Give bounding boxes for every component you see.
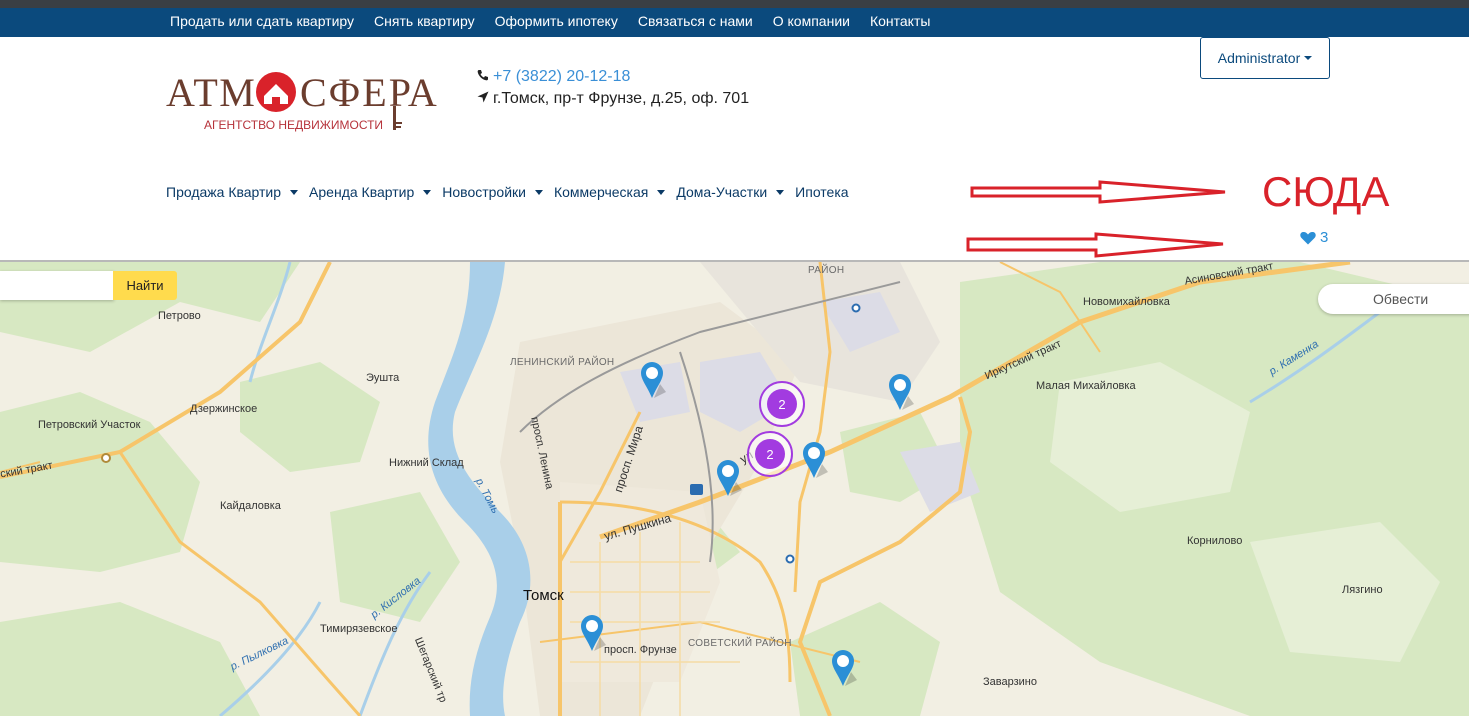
map-cluster-marker[interactable]: 2: [759, 381, 805, 427]
location-arrow-icon: [477, 90, 491, 108]
map-label-sovetskiy: СОВЕТСКИЙ РАЙОН: [688, 638, 792, 649]
topnav-about-link[interactable]: О компании: [773, 13, 850, 29]
nav-item-label: Аренда Квартир: [309, 184, 415, 200]
map-find-button[interactable]: Найти: [113, 271, 177, 300]
nav-sale-apartments[interactable]: Продажа Квартир: [166, 184, 299, 200]
svg-text:АТМ: АТМ: [166, 70, 257, 115]
map-cluster-marker[interactable]: 2: [747, 431, 793, 477]
caret-down-icon: [290, 189, 299, 195]
map-label-timiryazevskoe: Тимирязевское: [320, 623, 398, 635]
caret-down-icon: [657, 189, 666, 195]
caret-down-icon: [776, 189, 785, 195]
map-label-nizhniy: Нижний Склад: [389, 457, 464, 469]
map-label-kornilovo: Корнилово: [1187, 535, 1243, 547]
map-label-novomikhaylovka: Новомихайловка: [1083, 296, 1170, 308]
nav-item-label: Коммерческая: [553, 184, 649, 200]
topnav-rent-link[interactable]: Снять квартиру: [374, 13, 475, 29]
topnav-contact-us-link[interactable]: Связаться с нами: [638, 13, 753, 29]
nav-item-label: Дома-Участки: [676, 184, 768, 200]
map-label-zavarzino: Заварзино: [983, 676, 1037, 688]
nav-item-label: Ипотека: [795, 184, 849, 200]
window-top-strip: [0, 0, 1469, 8]
annotation-text: СЮДА: [1262, 168, 1390, 215]
caret-down-icon: [1304, 56, 1313, 60]
company-logo[interactable]: АТМ СФЕРА АГЕНТСТВО НЕДВИЖИМОСТИ: [166, 66, 442, 136]
caret-down-icon: [423, 189, 432, 195]
header-contacts: +7 (3822) 20-12-18 г.Томск, пр-т Фрунзе,…: [477, 66, 749, 110]
map-pin-marker[interactable]: [829, 648, 859, 688]
location-pin-icon: [717, 460, 742, 496]
topnav-sell-link[interactable]: Продать или сдать квартиру: [170, 13, 354, 29]
map-label-malaya: Малая Михайловка: [1036, 380, 1136, 392]
map-label-eushta: Эушта: [366, 372, 400, 384]
annotation-arrow-lower: [966, 232, 1224, 258]
heart-icon: [1300, 231, 1316, 244]
svg-text:АГЕНТСТВО НЕДВИЖИМОСТИ: АГЕНТСТВО НЕДВИЖИМОСТИ: [204, 118, 383, 132]
phone-icon: [477, 68, 491, 86]
favorites-count: 3: [1320, 229, 1329, 246]
logo-graphic: АТМ СФЕРА АГЕНТСТВО НЕДВИЖИМОСТИ: [166, 70, 439, 132]
nav-commercial[interactable]: Коммерческая: [553, 184, 666, 200]
cluster-count: 2: [755, 439, 785, 469]
favorites-counter[interactable]: 3: [1300, 229, 1328, 246]
administrator-dropdown-button[interactable]: Administrator: [1200, 37, 1330, 79]
phone-link[interactable]: +7 (3822) 20-12-18: [493, 68, 630, 86]
svg-text:СФЕРА: СФЕРА: [300, 70, 439, 115]
location-pin-icon: [641, 362, 666, 398]
map-label-oktyabrskiy: РАЙОН: [808, 265, 845, 276]
map-label-leninskiy: ЛЕНИНСКИЙ РАЙОН: [510, 357, 615, 368]
caret-down-icon: [534, 189, 543, 195]
map-view[interactable]: Петрово Эушта Дзержинское Петровский Уча…: [0, 262, 1469, 716]
main-navigation: Продажа Квартир Аренда Квартир Новострой…: [166, 184, 860, 200]
map-pin-marker[interactable]: [714, 458, 744, 498]
map-search-input[interactable]: [0, 271, 114, 300]
nav-item-label: Новостройки: [442, 184, 526, 200]
map-label-frunze: просп. Фрунзе: [604, 644, 677, 656]
nav-rent-apartments[interactable]: Аренда Квартир: [309, 184, 432, 200]
location-pin-icon: [832, 650, 857, 686]
topnav-contacts-link[interactable]: Контакты: [870, 13, 930, 29]
top-navigation: Продать или сдать квартиру Снять квартир…: [0, 8, 1469, 37]
map-label-petrovskiy: Петровский Участок: [38, 419, 141, 431]
nav-new-buildings[interactable]: Новостройки: [442, 184, 543, 200]
nav-houses-plots[interactable]: Дома-Участки: [676, 184, 785, 200]
cluster-count: 2: [767, 389, 797, 419]
location-pin-icon: [803, 442, 828, 478]
location-pin-icon: [889, 374, 914, 410]
map-pin-marker[interactable]: [886, 372, 916, 412]
map-pin-marker[interactable]: [578, 613, 608, 653]
phone-row: +7 (3822) 20-12-18: [477, 66, 749, 88]
map-pin-marker[interactable]: [638, 360, 668, 400]
nav-item-label: Продажа Квартир: [166, 184, 282, 200]
nav-mortgage[interactable]: Ипотека: [795, 184, 848, 200]
location-pin-icon: [581, 615, 606, 651]
address-text: г.Томск, пр-т Фрунзе, д.25, оф. 701: [493, 90, 750, 107]
map-outline-button[interactable]: Обвести: [1318, 284, 1469, 314]
map-label-lyazgino: Лязгино: [1342, 584, 1383, 596]
map-pin-marker[interactable]: [800, 440, 830, 480]
topnav-mortgage-link[interactable]: Оформить ипотеку: [495, 13, 618, 29]
map-label-petrovo: Петрово: [158, 310, 201, 322]
annotation-arrow-upper: [970, 180, 1226, 204]
map-label-tomsk: Томск: [523, 587, 564, 604]
administrator-label: Administrator: [1217, 50, 1301, 66]
address-row: г.Томск, пр-т Фрунзе, д.25, оф. 701: [477, 88, 749, 110]
map-label-kaydalovka: Кайдаловка: [220, 500, 281, 512]
map-label-dzerzhinskoe: Дзержинское: [190, 403, 258, 415]
